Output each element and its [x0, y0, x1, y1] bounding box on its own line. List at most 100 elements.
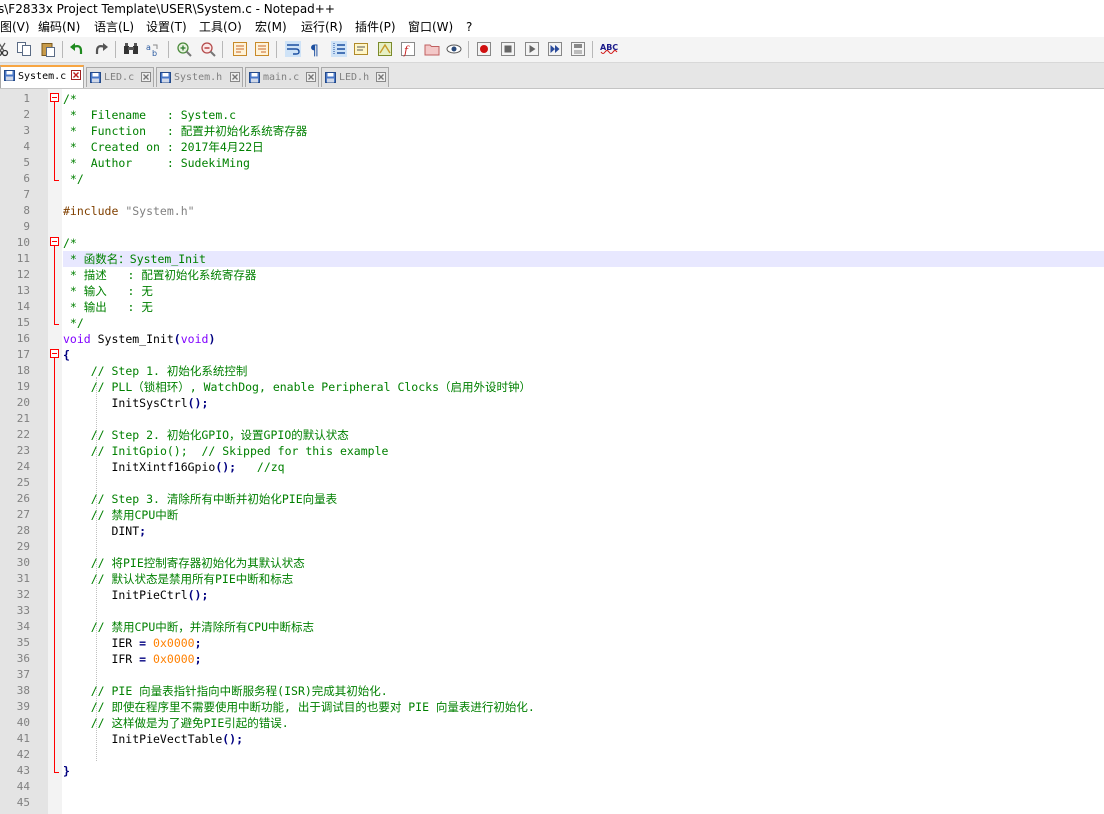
tab-main-c[interactable]: main.c — [245, 67, 319, 87]
code-line[interactable]: InitPieCtrl(); — [63, 587, 208, 603]
code-line[interactable]: void System_Init(void) — [63, 331, 215, 347]
menu-window[interactable]: 窗口(W) — [408, 18, 453, 37]
tab-close-icon[interactable] — [306, 72, 316, 82]
fold-collapse-icon[interactable] — [50, 237, 59, 246]
toolbar: ab ¶ f ABC — [0, 37, 1104, 63]
tab-close-icon[interactable] — [141, 72, 151, 82]
tab-system-h[interactable]: System.h — [156, 67, 243, 87]
code-editor[interactable]: 1 2 3 4 5 6 7 8 9 10 11 12 13 14 15 16 17 18 19 20 21 22 23 24 2… — [0, 89, 1104, 814]
copy-icon[interactable] — [16, 41, 32, 57]
menu-settings[interactable]: 设置(T) — [146, 18, 187, 37]
code-line[interactable]: // Step 3. 清除所有中断并初始化PIE向量表 — [63, 491, 337, 507]
code-line[interactable]: // 将PIE控制寄存器初始化为其默认状态 — [63, 555, 305, 571]
code-line[interactable]: #include "System.h" — [63, 203, 195, 219]
menu-help[interactable]: ? — [466, 18, 472, 37]
monitoring-eye-icon[interactable] — [446, 41, 462, 57]
window-title: s\F2833x Project Template\USER\System.c … — [0, 2, 335, 16]
sync-horizontal-icon[interactable] — [254, 41, 270, 57]
code-line[interactable]: /* — [63, 235, 77, 251]
indent-guide-icon[interactable] — [331, 41, 347, 57]
code-line[interactable]: } — [63, 763, 70, 779]
macro-stop-icon[interactable] — [500, 41, 516, 57]
fold-margin[interactable] — [48, 89, 62, 814]
line-number: 13 — [16, 284, 30, 297]
spell-check-icon[interactable]: ABC — [600, 41, 620, 57]
function-list-icon[interactable]: f — [400, 41, 416, 57]
saved-file-icon — [325, 72, 336, 83]
zoom-out-icon[interactable] — [200, 41, 216, 57]
line-number-gutter: 1 2 3 4 5 6 7 8 9 10 11 12 13 14 15 16 17 18 19 20 21 22 23 24 2… — [0, 89, 48, 814]
menu-run[interactable]: 运行(R) — [301, 18, 343, 37]
macro-run-multiple-icon[interactable] — [547, 41, 563, 57]
code-token: InitPieVectTable — [63, 732, 223, 746]
code-line[interactable]: DINT; — [63, 523, 146, 539]
replace-icon[interactable]: ab — [145, 41, 161, 57]
code-line[interactable]: { — [63, 347, 70, 363]
menu-language[interactable]: 语言(L) — [94, 18, 134, 37]
code-line[interactable]: // InitGpio(); // Skipped for this examp… — [63, 443, 389, 459]
undo-icon[interactable] — [69, 41, 85, 57]
tab-system-c[interactable]: System.c — [0, 65, 84, 88]
line-number: 8 — [23, 204, 30, 217]
code-line[interactable]: * 描述 : 配置初始化系统寄存器 — [63, 267, 256, 283]
code-line[interactable]: /* — [63, 91, 77, 107]
code-line[interactable]: * Created on : 2017年4月22日 — [63, 139, 264, 155]
document-map-icon[interactable] — [377, 41, 393, 57]
code-line[interactable]: * Function : 配置并初始化系统寄存器 — [63, 123, 307, 139]
code-line[interactable]: // 禁用CPU中断，并清除所有CPU中断标志 — [63, 619, 314, 635]
user-language-icon[interactable] — [353, 41, 369, 57]
macro-play-icon[interactable] — [524, 41, 540, 57]
code-line[interactable]: * 输出 : 无 — [63, 299, 153, 315]
code-line[interactable]: // PLL（锁相环）, WatchDog, enable Peripheral… — [63, 379, 531, 395]
svg-text:¶: ¶ — [310, 43, 319, 57]
code-line[interactable]: // 即使在程序里不需要使用中断功能, 出于调试目的也要对 PIE 向量表进行初… — [63, 699, 535, 715]
menu-tools[interactable]: 工具(O) — [199, 18, 242, 37]
line-number: 30 — [16, 556, 30, 569]
tab-led-c[interactable]: LED.c — [86, 67, 154, 87]
tab-close-icon[interactable] — [376, 72, 386, 82]
sync-vertical-icon[interactable] — [232, 41, 248, 57]
macro-save-icon[interactable] — [570, 41, 586, 57]
cut-icon[interactable] — [0, 41, 10, 57]
code-line[interactable]: * Author : SudekiMing — [63, 155, 250, 171]
code-line[interactable]: InitPieVectTable(); — [63, 731, 243, 747]
menu-view[interactable]: 图(V) — [0, 18, 30, 37]
code-line[interactable]: // 默认状态是禁用所有PIE中断和标志 — [63, 571, 294, 587]
tab-led-h[interactable]: LED.h — [321, 67, 389, 87]
code-line[interactable]: * 函数名：System_Init — [63, 251, 206, 267]
menu-macro[interactable]: 宏(M) — [255, 18, 287, 37]
word-wrap-icon[interactable] — [285, 41, 301, 57]
code-line[interactable]: */ — [63, 315, 84, 331]
menu-encoding[interactable]: 编码(N) — [38, 18, 80, 37]
code-line[interactable]: // Step 2. 初始化GPIO，设置GPIO的默认状态 — [63, 427, 349, 443]
code-line[interactable]: * Filename : System.c — [63, 107, 236, 123]
redo-icon[interactable] — [93, 41, 109, 57]
code-line[interactable]: IER = 0x0000; — [63, 635, 201, 651]
code-line[interactable]: InitXintf16Gpio(); //zq — [63, 459, 284, 475]
code-line[interactable]: IFR = 0x0000; — [63, 651, 202, 667]
code-token: // 将PIE控制寄存器初始化为其默认状态 — [90, 556, 305, 570]
fold-collapse-icon[interactable] — [50, 349, 59, 358]
show-all-chars-icon[interactable]: ¶ — [307, 41, 323, 57]
zoom-in-icon[interactable] — [176, 41, 192, 57]
tab-close-icon[interactable] — [230, 72, 240, 82]
fold-collapse-icon[interactable] — [50, 93, 59, 102]
code-line[interactable]: */ — [63, 171, 84, 187]
tab-close-icon[interactable] — [71, 70, 81, 80]
macro-record-icon[interactable] — [476, 41, 492, 57]
code-line[interactable]: // 禁用CPU中断 — [63, 507, 179, 523]
code-line[interactable]: // PIE 向量表指针指向中断服务程(ISR)完成其初始化. — [63, 683, 388, 699]
menu-plugins[interactable]: 插件(P) — [355, 18, 396, 37]
paste-icon[interactable] — [40, 41, 56, 57]
code-line[interactable]: InitSysCtrl(); — [63, 395, 208, 411]
code-line[interactable]: // 这样做是为了避免PIE引起的错误. — [63, 715, 289, 731]
code-token: */ — [63, 316, 84, 330]
code-token: ; — [194, 652, 202, 666]
find-icon[interactable] — [123, 41, 139, 57]
code-line[interactable]: * 输入 : 无 — [63, 283, 153, 299]
code-token: InitXintf16Gpio — [63, 460, 216, 474]
folder-workspace-icon[interactable] — [424, 41, 440, 57]
toolbar-separator — [222, 41, 223, 58]
code-line[interactable]: // Step 1. 初始化系统控制 — [63, 363, 248, 379]
